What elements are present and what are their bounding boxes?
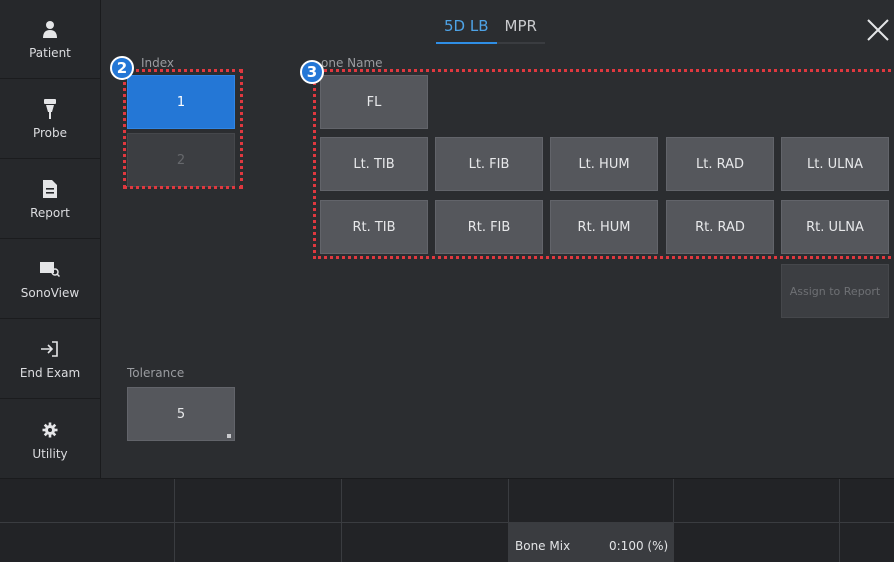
assign-to-report-button[interactable]: Assign to Report: [781, 264, 889, 318]
bottom-cell[interactable]: [0, 479, 175, 523]
annotation-badge-2: 2: [110, 56, 134, 80]
tolerance-value-button[interactable]: 5: [127, 387, 235, 441]
bottom-cell[interactable]: [0, 523, 175, 562]
sidebar-item-probe[interactable]: Probe: [0, 80, 100, 159]
tolerance-label: Tolerance: [127, 366, 185, 380]
report-icon: [43, 178, 57, 200]
sonoview-icon: [40, 258, 60, 280]
bottom-cell[interactable]: [175, 479, 342, 523]
sidebar-item-utility[interactable]: Utility: [0, 400, 100, 479]
bottom-cell[interactable]: [674, 523, 840, 562]
sidebar-item-patient[interactable]: Patient: [0, 0, 100, 79]
sidebar-item-report[interactable]: Report: [0, 160, 100, 239]
bottom-cell[interactable]: [175, 523, 342, 562]
bottom-cell[interactable]: [509, 479, 674, 523]
person-icon: [42, 18, 58, 40]
mode-tabs: 5D LB MPR: [436, 16, 545, 44]
sidebar-item-sonoview[interactable]: SonoView: [0, 240, 100, 319]
probe-icon: [43, 98, 57, 120]
tab-mpr[interactable]: MPR: [496, 16, 545, 44]
sidebar-item-end-exam[interactable]: End Exam: [0, 320, 100, 399]
sidebar: Patient Probe Report SonoView End Exam U…: [0, 0, 101, 478]
sidebar-item-label: End Exam: [19, 366, 81, 380]
bone-mix-value: 0:100 (%): [609, 539, 669, 553]
tab-5d-lb[interactable]: 5D LB: [436, 16, 497, 44]
sidebar-item-label: Probe: [32, 126, 68, 140]
annotation-badge-3: 3: [300, 60, 324, 84]
bottom-cell[interactable]: [342, 479, 509, 523]
close-icon[interactable]: [866, 18, 894, 46]
bone-mix-label: Bone Mix: [515, 539, 571, 553]
bottom-cell[interactable]: [674, 479, 840, 523]
tolerance-value: 5: [176, 406, 186, 422]
annotation-box-index: [123, 69, 243, 189]
bottom-cell[interactable]: [840, 479, 894, 523]
end-exam-icon: [41, 338, 59, 360]
bottom-cell[interactable]: [342, 523, 509, 562]
annotation-box-bone-name: [313, 69, 894, 259]
sidebar-item-label: SonoView: [20, 286, 80, 300]
bottom-control-bar: Bone Mix 0:100 (%): [0, 478, 894, 562]
index-label: Index: [141, 56, 175, 70]
sidebar-item-label: Report: [30, 206, 70, 220]
corner-indicator-icon: [227, 434, 231, 438]
bone-name-label: one Name: [321, 56, 383, 70]
bottom-cell[interactable]: [840, 523, 894, 562]
sidebar-item-label: Utility: [32, 446, 68, 461]
bone-mix-control[interactable]: Bone Mix 0:100 (%): [509, 523, 674, 562]
sidebar-item-label: Patient: [29, 46, 71, 60]
gear-icon: [42, 419, 58, 441]
